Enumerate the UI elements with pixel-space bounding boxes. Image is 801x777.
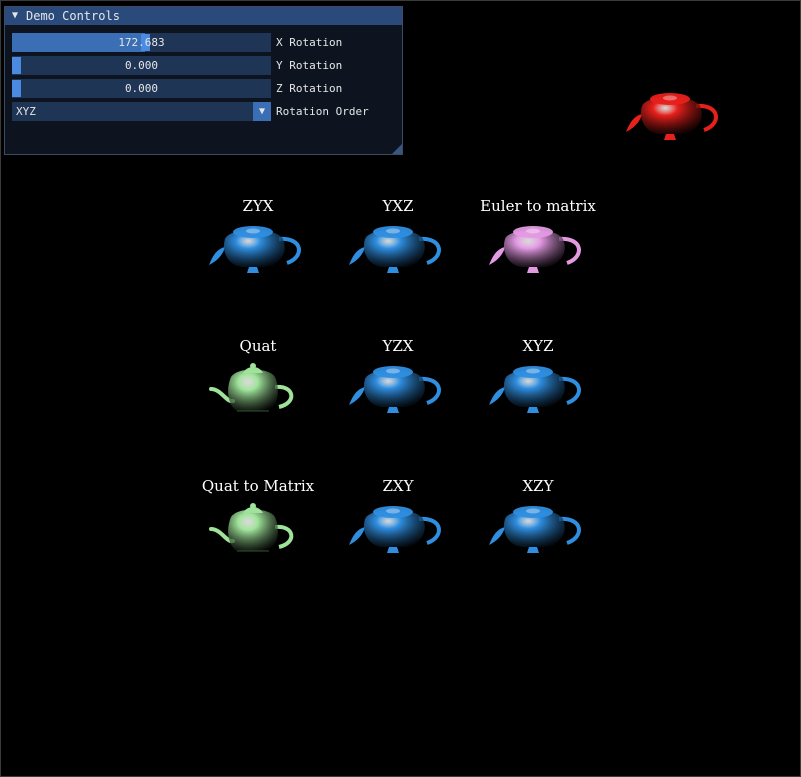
teapot-cell: Quat to Matrix — [188, 477, 328, 587]
x-rotation-label: X Rotation — [276, 36, 343, 49]
teapot-cell: ZXY — [328, 477, 468, 587]
teapot-cell: YXZ — [328, 197, 468, 307]
teapot-caption: YXZ — [382, 197, 414, 215]
dropdown-arrow-icon[interactable]: ▼ — [253, 102, 271, 121]
y-rotation-label: Y Rotation — [276, 59, 343, 72]
teapot-caption: XYZ — [522, 337, 554, 355]
y-rotation-slider[interactable]: 0.000 — [12, 56, 271, 75]
z-rotation-slider[interactable]: 0.000 — [12, 79, 271, 98]
teapot-caption: Quat to Matrix — [201, 477, 315, 495]
slider-value: 172.683 — [118, 36, 165, 49]
demo-controls-window[interactable]: ▼ Demo Controls 172.683 X Rotation 0.000… — [4, 6, 403, 155]
slider-value: 0.000 — [124, 82, 159, 95]
teapot-cell: XZY — [468, 477, 608, 587]
reference-teapot — [620, 86, 730, 150]
teapot-caption: ZXY — [382, 477, 414, 495]
teapot-caption: Euler to matrix — [480, 197, 596, 215]
teapot-cell: Euler to matrix — [468, 197, 608, 307]
collapse-triangle-icon[interactable]: ▼ — [12, 7, 18, 25]
slider-value: 0.000 — [124, 59, 159, 72]
window-title: Demo Controls — [26, 9, 120, 23]
teapot-caption: ZYX — [242, 197, 274, 215]
teapot-caption: Quat — [239, 337, 277, 355]
teapot-cell: YZX — [328, 337, 468, 447]
resize-grip[interactable] — [392, 144, 402, 154]
rotation-order-value: XYZ — [16, 105, 36, 118]
z-rotation-label: Z Rotation — [276, 82, 343, 95]
teapot-cell: ZYX — [188, 197, 328, 307]
teapot-caption: YZX — [382, 337, 414, 355]
teapot-cell: Quat — [188, 337, 328, 447]
rotation-order-combo[interactable]: XYZ ▼ — [12, 102, 271, 121]
teapot-cell: XYZ — [468, 337, 608, 447]
window-title-bar[interactable]: ▼ Demo Controls — [5, 7, 402, 25]
x-rotation-slider[interactable]: 172.683 — [12, 33, 271, 52]
rotation-order-label: Rotation Order — [276, 105, 369, 118]
teapot-caption: XZY — [522, 477, 554, 495]
